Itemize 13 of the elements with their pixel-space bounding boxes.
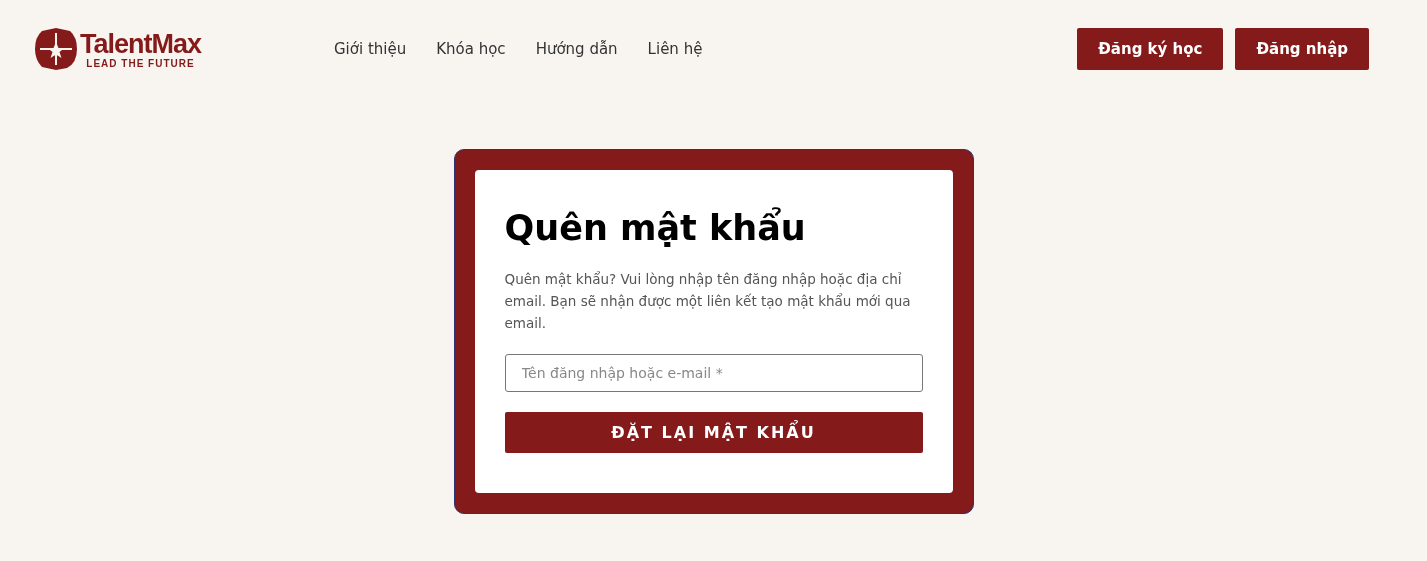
brand-name: TalentMax xyxy=(80,29,202,58)
nav-link[interactable]: Khóa học xyxy=(436,40,506,58)
nav-link[interactable]: Liên hệ xyxy=(647,40,703,58)
username-field[interactable]: Tên đăng nhập hoặc e-mail * xyxy=(504,354,923,392)
nav-link[interactable]: Giới thiệu xyxy=(334,40,407,58)
register-button[interactable]: Đăng ký học xyxy=(1077,28,1224,70)
logo-icon xyxy=(34,27,78,71)
reset-password-button[interactable]: ĐẶT LẠI MẬT KHẨU xyxy=(504,412,923,453)
description: Quên mật khẩu? Vui lòng nhập tên đăng nhập hoặc địa chỉ email. Bạn sẽ nhận được một liên kết tạo mật khẩu mới qua email. xyxy=(504,270,912,333)
nav-link[interactable]: Hướng dẫn xyxy=(535,40,618,58)
login-button[interactable]: Đăng nhập xyxy=(1235,28,1369,70)
page-title: Quên mật khẩu xyxy=(504,208,807,248)
brand-tagline: LEAD THE FUTURE xyxy=(86,57,195,69)
